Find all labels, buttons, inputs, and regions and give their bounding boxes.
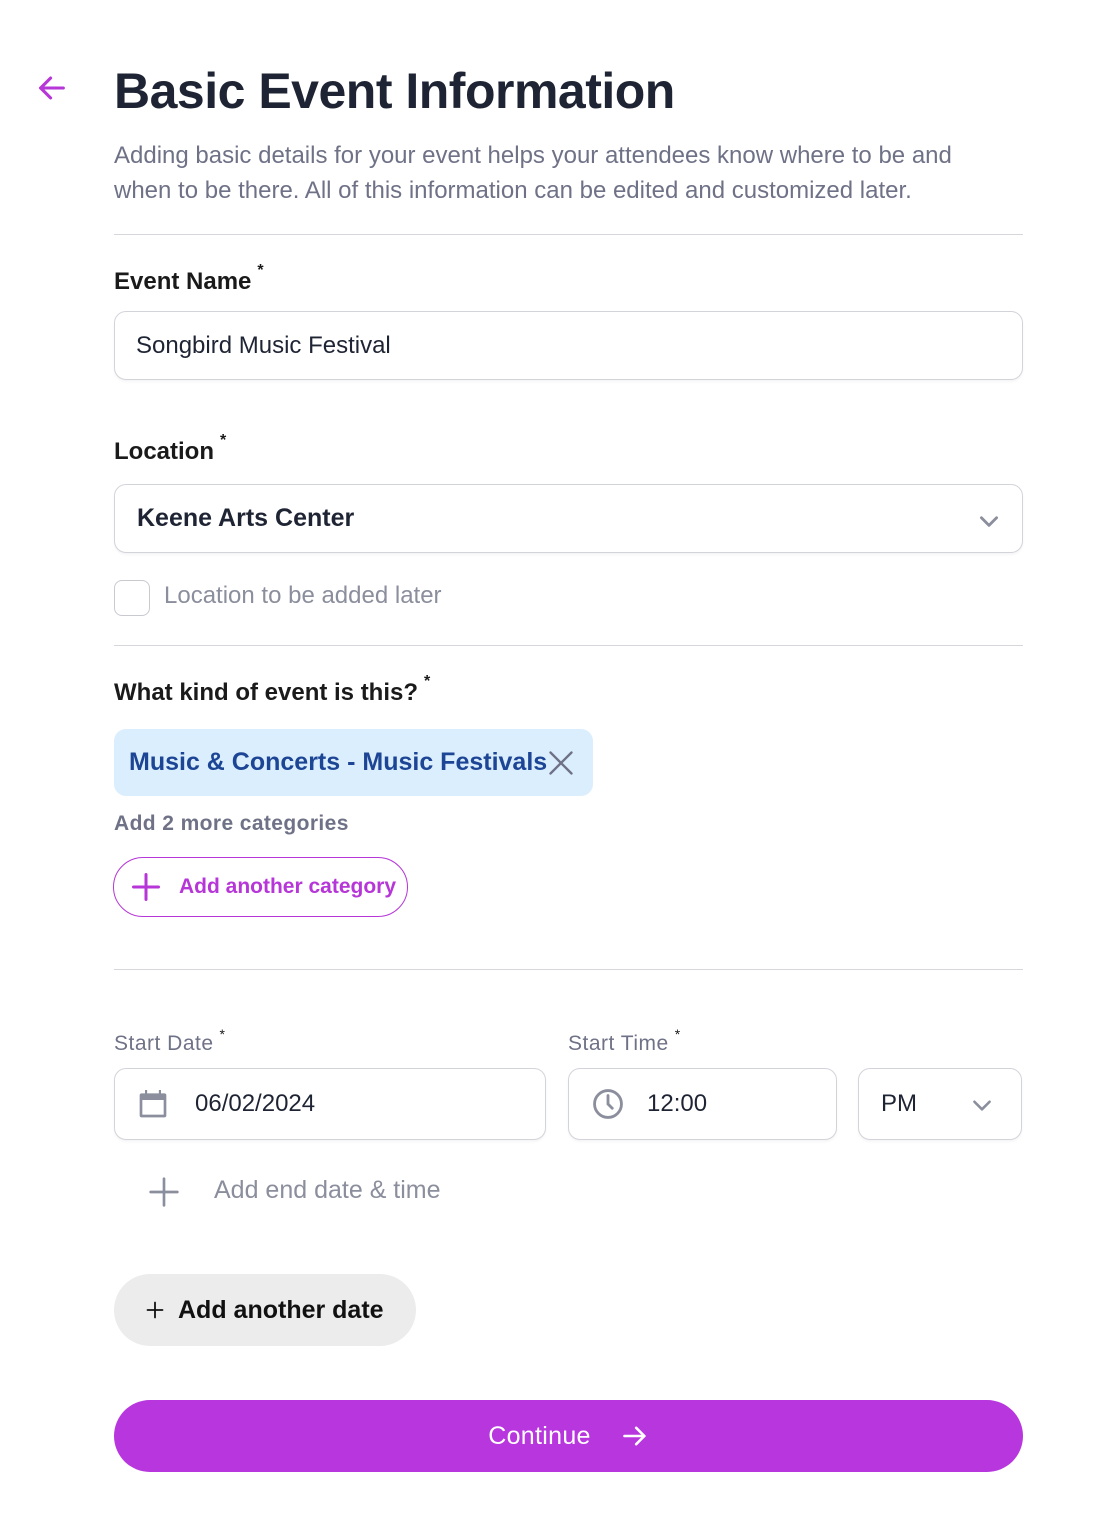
event-name-field[interactable] — [114, 311, 1023, 380]
divider — [114, 969, 1023, 970]
start-time-label-text: Start Time — [568, 1032, 669, 1055]
add-another-date-button[interactable]: Add another date — [114, 1274, 416, 1346]
location-value: Keene Arts Center — [137, 504, 355, 532]
plus-icon — [149, 1177, 179, 1207]
add-another-date-label: Add another date — [178, 1295, 384, 1324]
location-select[interactable]: Keene Arts Center — [114, 484, 1023, 553]
required-mark: * — [674, 1026, 681, 1042]
start-time-input[interactable] — [647, 1090, 836, 1118]
required-mark: * — [424, 673, 431, 690]
back-button[interactable] — [32, 68, 72, 108]
continue-label: Continue — [488, 1421, 591, 1450]
event-name-label-text: Event Name — [114, 268, 252, 295]
location-label: Location * — [114, 432, 226, 466]
category-label: What kind of event is this? * — [114, 673, 430, 707]
start-time-label: Start Time * — [568, 1026, 681, 1056]
category-hint: Add 2 more categories — [114, 812, 349, 835]
add-category-button[interactable]: Add another category — [113, 857, 408, 917]
start-date-label-text: Start Date — [114, 1032, 214, 1055]
location-later-checkbox[interactable] — [114, 580, 150, 616]
required-mark: * — [257, 262, 264, 279]
add-category-label: Add another category — [179, 875, 397, 898]
calendar-icon — [139, 1090, 167, 1118]
location-later-label[interactable]: Location to be added later — [164, 580, 442, 612]
start-date-field[interactable] — [114, 1068, 546, 1140]
plus-icon — [132, 873, 160, 901]
start-time-field[interactable] — [568, 1068, 837, 1140]
page-subtitle: Adding basic details for your event help… — [114, 142, 952, 204]
close-icon[interactable] — [547, 749, 575, 777]
start-date-input[interactable] — [195, 1090, 545, 1118]
arrow-right-icon — [622, 1426, 646, 1446]
page-title: Basic Event Information — [114, 63, 675, 119]
start-date-label: Start Date * — [114, 1026, 226, 1056]
meridiem-value: PM — [881, 1090, 917, 1117]
continue-button[interactable]: Continue — [114, 1400, 1023, 1472]
meridiem-select[interactable]: PM — [858, 1068, 1022, 1140]
category-chip-label: Music & Concerts - Music Festivals — [129, 748, 548, 776]
chevron-down-icon — [980, 516, 998, 527]
required-mark: * — [220, 432, 227, 449]
divider — [114, 234, 1023, 235]
category-label-text: What kind of event is this? — [114, 679, 419, 706]
category-chip: Music & Concerts - Music Festivals — [114, 729, 593, 796]
chevron-down-icon — [973, 1100, 991, 1111]
arrow-left-icon — [39, 76, 65, 100]
clock-icon — [593, 1089, 623, 1119]
add-end-date-time-link[interactable]: Add end date & time — [214, 1176, 441, 1205]
required-mark: * — [219, 1026, 226, 1042]
divider — [114, 645, 1023, 646]
location-label-text: Location — [114, 438, 214, 465]
plus-icon — [146, 1301, 164, 1319]
event-name-label: Event Name * — [114, 262, 264, 296]
event-name-input[interactable] — [136, 331, 1022, 360]
